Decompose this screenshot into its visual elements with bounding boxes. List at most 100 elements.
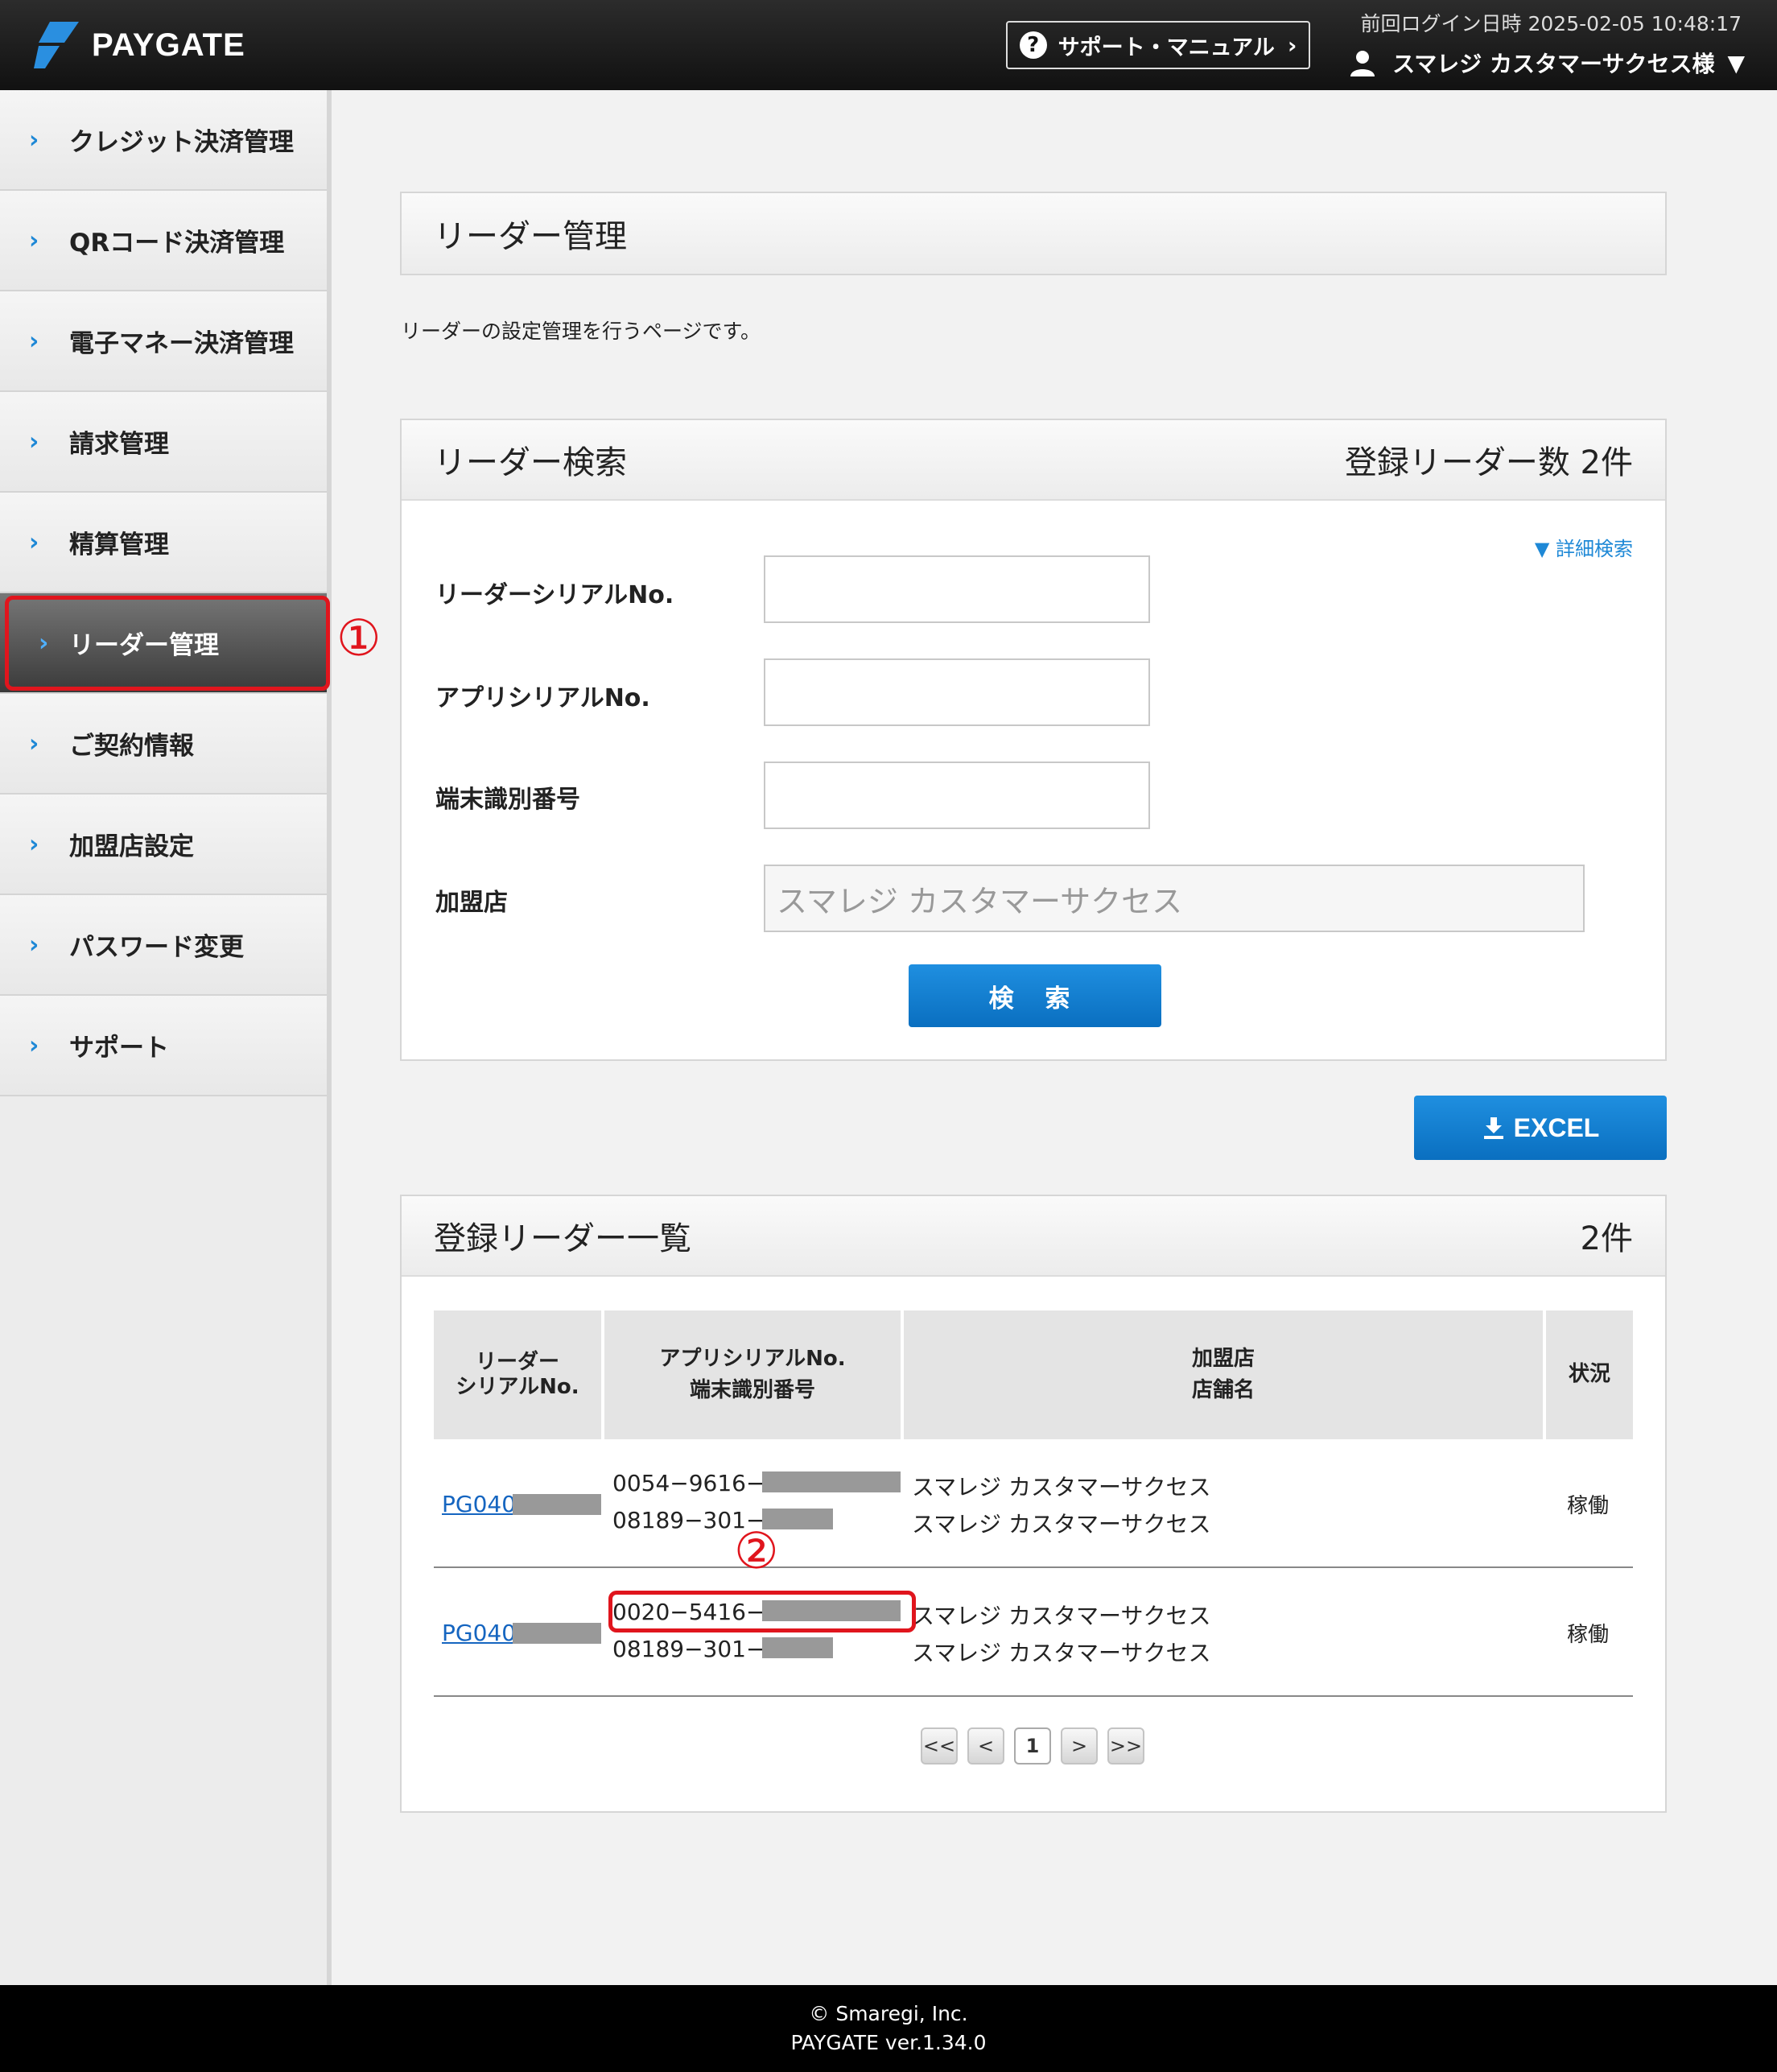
- table-row: PG040 0054−9616− 08189−301− スマレジ カスタマーサク…: [434, 1439, 1633, 1568]
- chevron-right-icon: ›: [29, 126, 39, 154]
- page-title: リーダー管理: [434, 218, 627, 255]
- column-header-status: 状況: [1546, 1310, 1633, 1439]
- reader-serial-label: リーダーシリアルNo.: [435, 581, 674, 609]
- current-page-button[interactable]: 1: [1014, 1727, 1051, 1765]
- redacted-mask: [762, 1471, 901, 1492]
- app-serial-label: アプリシリアルNo.: [435, 684, 650, 712]
- logo-text: PAYGATE: [92, 27, 245, 63]
- redacted-mask: [762, 1637, 833, 1658]
- user-icon: [1350, 51, 1375, 76]
- redacted-mask: [513, 1494, 601, 1515]
- sidebar-item-emoney[interactable]: › 電子マネー決済管理: [0, 291, 327, 392]
- sidebar-item-billing[interactable]: › 請求管理: [0, 392, 327, 493]
- support-manual-label: サポート・マニュアル: [1058, 35, 1275, 60]
- annotation-callout-2: ②: [734, 1521, 779, 1580]
- sidebar-item-label: サポート: [69, 1034, 169, 1063]
- footer: © Smaregi, Inc. PAYGATE ver.1.34.0: [0, 1985, 1777, 2072]
- sidebar-nav: › クレジット決済管理 › QRコード決済管理 › 電子マネー決済管理 › 請求管理 ›…: [0, 90, 332, 1985]
- paygate-logo[interactable]: PAYGATE: [32, 19, 245, 71]
- first-page-button[interactable]: <<: [921, 1727, 958, 1765]
- app-serial: 0054−9616−: [612, 1470, 765, 1496]
- chevron-right-icon: ›: [29, 931, 39, 959]
- terminal-id: 08189−301−: [612, 1636, 765, 1662]
- chevron-right-icon: ›: [29, 226, 39, 254]
- last-login-info: 前回ログイン日時 2025-02-05 10:48:17: [1360, 12, 1742, 35]
- chevron-right-icon: ›: [1287, 31, 1297, 59]
- sidebar-item-reader[interactable]: › リーダー管理: [0, 593, 327, 694]
- sidebar-item-label: ご契約情報: [69, 732, 194, 761]
- sidebar-item-password[interactable]: › パスワード変更: [0, 895, 327, 996]
- top-header: PAYGATE ? サポート・マニュアル › 前回ログイン日時 2025-02-…: [0, 0, 1777, 90]
- paygate-logo-icon: [34, 22, 79, 68]
- sidebar-item-label: 精算管理: [69, 530, 169, 559]
- search-panel-title: リーダー検索: [434, 444, 627, 481]
- column-header-app-serial: アプリシリアルNo. 端末識別番号: [604, 1310, 904, 1439]
- sidebar-item-contract[interactable]: › ご契約情報: [0, 694, 327, 795]
- version-text: PAYGATE ver.1.34.0: [790, 2031, 987, 2054]
- prev-page-button[interactable]: <: [967, 1727, 1004, 1765]
- search-button[interactable]: 検 索: [909, 964, 1161, 1027]
- user-name: スマレジ カスタマーサクセス様: [1392, 51, 1715, 77]
- header-line: 店舗名: [1191, 1378, 1255, 1402]
- support-manual-button[interactable]: ? サポート・マニュアル ›: [1006, 21, 1310, 69]
- last-page-button[interactable]: >>: [1107, 1727, 1144, 1765]
- reader-serial-link[interactable]: PG040: [442, 1491, 516, 1517]
- annotation-callout-1: ①: [336, 609, 381, 667]
- list-panel-title: 登録リーダー一覧: [434, 1220, 691, 1257]
- list-count: 2件: [1580, 1220, 1633, 1257]
- excel-label: EXCEL: [1513, 1112, 1600, 1142]
- user-menu[interactable]: スマレジ カスタマーサクセス様 ▼: [1349, 47, 1745, 79]
- chevron-right-icon: ›: [29, 427, 39, 456]
- reader-serial-input[interactable]: [764, 555, 1150, 623]
- reader-search-panel: リーダー検索 登録リーダー数 2件 ▼ 詳細検索 リーダーシリアルNo. アプリ…: [400, 419, 1667, 1061]
- header-line: リーダー: [475, 1349, 559, 1374]
- annotation-highlight-box: [608, 1591, 916, 1632]
- question-icon: ?: [1019, 31, 1047, 59]
- redacted-mask: [513, 1623, 601, 1644]
- excel-download-button[interactable]: EXCEL: [1414, 1096, 1667, 1160]
- chevron-right-icon: ›: [29, 528, 39, 556]
- page-title-panel: リーダー管理: [400, 192, 1667, 275]
- chevron-right-icon: ›: [29, 327, 39, 355]
- header-line: シリアルNo.: [456, 1375, 579, 1399]
- sidebar-item-support[interactable]: › サポート: [0, 996, 327, 1096]
- header-line: 端末識別番号: [689, 1378, 815, 1402]
- sidebar-item-settlement[interactable]: › 精算管理: [0, 493, 327, 593]
- store-name: スマレジ カスタマーサクセス: [912, 1511, 1211, 1537]
- sidebar-item-label: リーダー管理: [69, 631, 219, 660]
- terminal-id-input[interactable]: [764, 762, 1150, 829]
- app-serial-input[interactable]: [764, 658, 1150, 726]
- sidebar-item-qr[interactable]: › QRコード決済管理: [0, 191, 327, 291]
- sidebar-item-label: 請求管理: [69, 430, 169, 459]
- sidebar-item-credit[interactable]: › クレジット決済管理: [0, 90, 327, 191]
- chevron-right-icon: ›: [29, 729, 39, 757]
- sidebar-item-label: クレジット決済管理: [69, 128, 294, 157]
- detail-search-link[interactable]: ▼ 詳細検索: [1535, 533, 1633, 561]
- merchant-name: スマレジ カスタマーサクセス: [912, 1603, 1211, 1629]
- sidebar-item-label: QRコード決済管理: [69, 229, 285, 258]
- status-text: 稼働: [1566, 1494, 1609, 1518]
- sidebar-item-merchant-settings[interactable]: › 加盟店設定: [0, 795, 327, 895]
- store-label: 加盟店: [435, 889, 508, 917]
- store-name: スマレジ カスタマーサクセス: [912, 1640, 1211, 1666]
- merchant-name: スマレジ カスタマーサクセス: [912, 1474, 1211, 1500]
- table-row: PG040 0020−5416− 08189−301− スマレジ カスタマーサク…: [434, 1568, 1633, 1697]
- header-line: 加盟店: [1191, 1346, 1255, 1371]
- chevron-right-icon: ›: [29, 830, 39, 858]
- table-header: リーダー シリアルNo. アプリシリアルNo. 端末識別番号 加盟店 店舗名 状…: [434, 1310, 1633, 1439]
- reader-serial-link[interactable]: PG040: [442, 1620, 516, 1646]
- sidebar-item-label: パスワード変更: [69, 933, 244, 962]
- copyright-text: © Smaregi, Inc.: [809, 2002, 968, 2025]
- sidebar-item-label: 加盟店設定: [69, 832, 194, 861]
- next-page-button[interactable]: >: [1061, 1727, 1098, 1765]
- pagination: << < 1 > >>: [921, 1727, 1154, 1765]
- page-description: リーダーの設定管理を行うページです。: [401, 320, 761, 343]
- column-header-reader-serial: リーダー シリアルNo.: [434, 1310, 604, 1439]
- header-line: アプリシリアルNo.: [659, 1346, 846, 1371]
- download-icon: [1483, 1117, 1503, 1139]
- column-header-store: 加盟店 店舗名: [904, 1310, 1546, 1439]
- sidebar-item-label: 電子マネー決済管理: [69, 329, 294, 358]
- store-field[interactable]: [764, 865, 1585, 932]
- reader-list-panel: 登録リーダー一覧 2件 リーダー シリアルNo. アプリシリアルNo. 端末識別…: [400, 1195, 1667, 1813]
- registered-reader-count: 登録リーダー数 2件: [1344, 444, 1633, 481]
